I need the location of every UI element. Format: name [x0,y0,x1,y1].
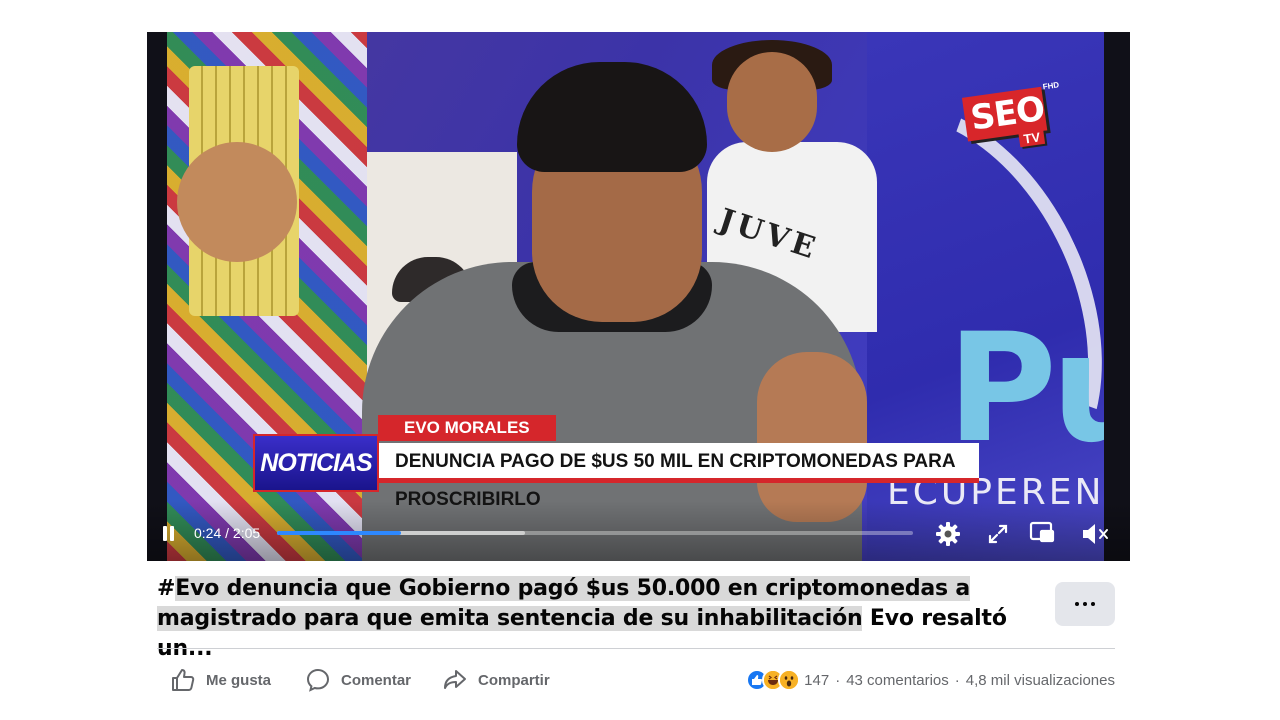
more-options-icon-dot [1083,602,1087,606]
video-time: 0:24 / 2:05 [194,525,261,541]
separator: · [954,671,960,689]
more-options-button[interactable] [1055,582,1115,626]
progress-bar[interactable] [277,531,913,535]
progress-played [277,531,402,535]
post-text: #Evo denuncia que Gobierno pagó $us 50.0… [157,574,1037,664]
speaker-hand [757,352,867,522]
views-count: 4,8 mil visualizaciones [965,671,1115,689]
volume-muted-icon[interactable] [1080,521,1110,547]
reaction-icons[interactable] [746,669,801,691]
hashtag-symbol[interactable]: # [157,576,175,601]
more-options-icon-dot [1091,602,1095,606]
gear-icon[interactable] [935,521,961,547]
video-frame: Pu ECUPEREN JUVE SEO TV FHD EVO MORALES … [167,32,1104,561]
like-label: Me gusta [206,671,272,689]
comment-label: Comentar [341,671,412,689]
expand-icon[interactable] [987,523,1009,545]
speaker-hair [517,62,707,172]
wow-reaction-icon [778,669,801,691]
more-options-icon [1075,602,1079,606]
post-stats: 147 · 43 comentarios · 4,8 mil visualiza… [746,666,1115,694]
thumbs-up-icon [172,669,195,691]
video-player[interactable]: Pu ECUPEREN JUVE SEO TV FHD EVO MORALES … [147,32,1130,561]
separator: · [835,671,841,689]
divider [157,648,1115,649]
background-person-head [727,52,817,152]
background-hand [177,142,297,262]
post-title-highlight[interactable]: Evo denuncia que Gobierno pagó $us 50.00… [157,576,970,631]
station-logo: SEO TV FHD [961,80,1060,162]
comments-count[interactable]: 43 comentarios [846,672,949,689]
comment-button[interactable]: Comentar [305,664,411,696]
lower-third-tag: NOTICIAS [253,434,379,492]
share-button[interactable]: Compartir [442,664,550,696]
reaction-count[interactable]: 147 [804,672,829,689]
lower-third-headline: DENUNCIA PAGO DE $US 50 MIL EN CRIPTOMON… [379,443,979,510]
station-logo-sub: TV [1018,128,1046,148]
share-icon [444,670,466,689]
pause-icon[interactable] [161,526,177,542]
comment-icon [306,668,330,692]
lower-third-name: EVO MORALES [378,415,556,441]
like-button[interactable]: Me gusta [170,664,271,696]
share-label: Compartir [478,671,550,689]
picture-in-picture-icon[interactable] [1029,521,1055,545]
